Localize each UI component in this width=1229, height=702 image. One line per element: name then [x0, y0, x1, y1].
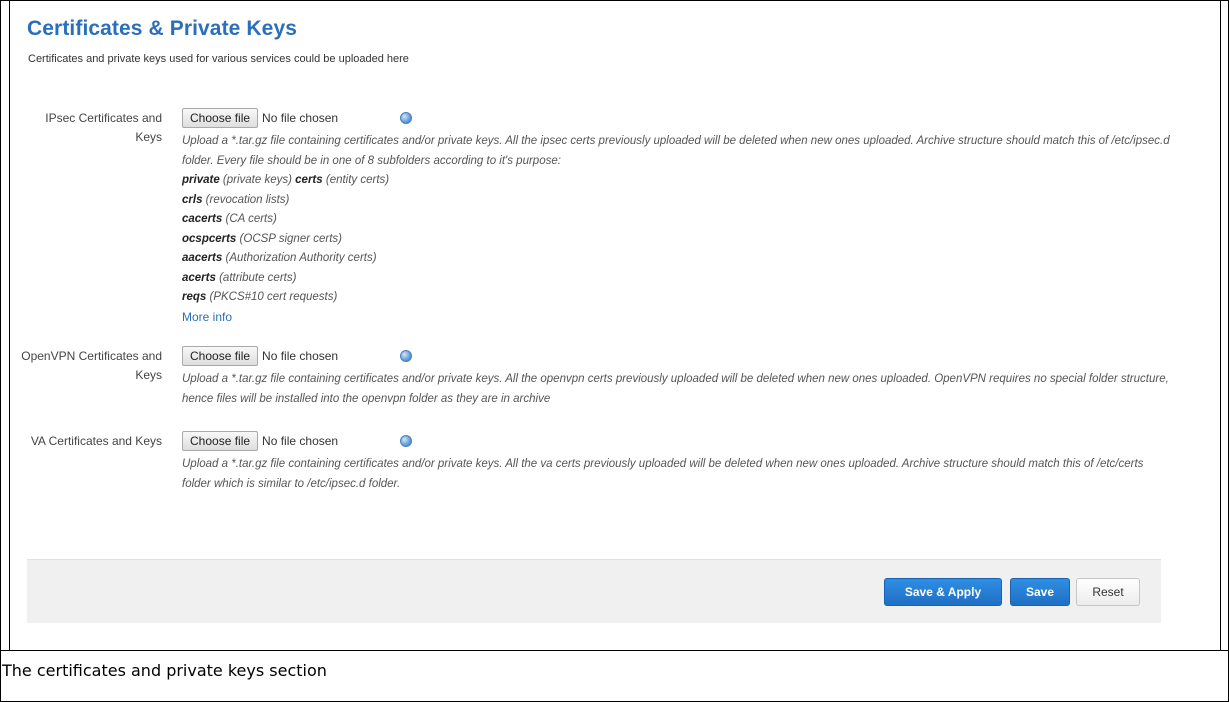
folder-name: ocspcerts [182, 232, 237, 245]
page-title: Certificates & Private Keys [27, 17, 297, 40]
screenshot-region: Certificates & Private Keys Certificates… [1, 1, 1228, 651]
openvpn-file-status: No file chosen [262, 349, 339, 363]
folder-note: (CA certs) [225, 213, 277, 225]
ipsec-folder-line: cacerts (CA certs) [182, 210, 1172, 230]
figure-caption: The certificates and private keys sectio… [2, 661, 327, 680]
va-file-input[interactable]: Choose file No file chosen [182, 431, 338, 451]
folder-name: private [182, 174, 220, 186]
ipsec-choose-file-button[interactable]: Choose file [182, 108, 259, 128]
ipsec-folder-line: private (private keys) certs (entity cer… [182, 171, 1172, 191]
folder-name: certs [295, 174, 323, 186]
va-label: VA Certificates and Keys [30, 434, 162, 448]
ipsec-file-status: No file chosen [262, 111, 339, 125]
save-apply-button[interactable]: Save & Apply [884, 578, 1002, 606]
openvpn-choose-file-button[interactable]: Choose file [182, 346, 259, 366]
info-icon[interactable] [400, 435, 412, 447]
openvpn-help-text: Upload a *.tar.gz file containing certif… [182, 373, 1169, 405]
openvpn-label: OpenVPN Certificates and Keys [21, 349, 162, 382]
folder-note: (attribute certs) [219, 271, 297, 284]
folder-name: reqs [182, 291, 207, 303]
ipsec-file-input[interactable]: Choose file No file chosen [182, 108, 338, 128]
openvpn-file-input[interactable]: Choose file No file chosen [182, 346, 338, 366]
more-info-link[interactable]: More info [182, 308, 1172, 328]
ipsec-folder-line: ocspcerts (OCSP signer certs) [182, 230, 1172, 250]
ipsec-folder-line: aacerts (Authorization Authority certs) [182, 249, 1172, 269]
reset-button[interactable]: Reset [1076, 578, 1140, 606]
figure-frame: Certificates & Private Keys Certificates… [0, 0, 1229, 702]
folder-note: (OCSP signer certs) [239, 232, 343, 245]
va-help-text: Upload a *.tar.gz file containing certif… [182, 458, 1144, 490]
ipsec-folder-line: crls (revocation lists) [182, 191, 1172, 211]
folder-name: crls [182, 193, 203, 206]
info-icon[interactable] [400, 350, 412, 362]
info-icon[interactable] [400, 112, 412, 124]
settings-panel: Certificates & Private Keys Certificates… [9, 1, 1221, 650]
ipsec-folder-line: reqs (PKCS#10 cert requests) [182, 288, 1172, 308]
ipsec-description: Upload a *.tar.gz file containing certif… [182, 135, 1170, 167]
ipsec-help-text: Upload a *.tar.gz file containing certif… [182, 132, 1172, 327]
page-description: Certificates and private keys used for v… [28, 53, 409, 65]
folder-name: cacerts [182, 213, 223, 225]
ipsec-folder-line: acerts (attribute certs) [182, 269, 1172, 289]
folder-note: (PKCS#10 cert requests) [209, 291, 338, 303]
folder-note: (entity certs) [325, 174, 390, 186]
folder-note: (private keys) [222, 174, 292, 186]
va-file-status: No file chosen [262, 434, 339, 448]
ipsec-label: IPsec Certificates and Keys [45, 111, 162, 144]
folder-note: (revocation lists) [205, 193, 290, 206]
va-choose-file-button[interactable]: Choose file [182, 431, 259, 451]
folder-note: (Authorization Authority certs) [225, 252, 377, 264]
folder-name: acerts [182, 271, 216, 284]
save-button[interactable]: Save [1010, 578, 1070, 606]
folder-name: aacerts [182, 252, 223, 264]
